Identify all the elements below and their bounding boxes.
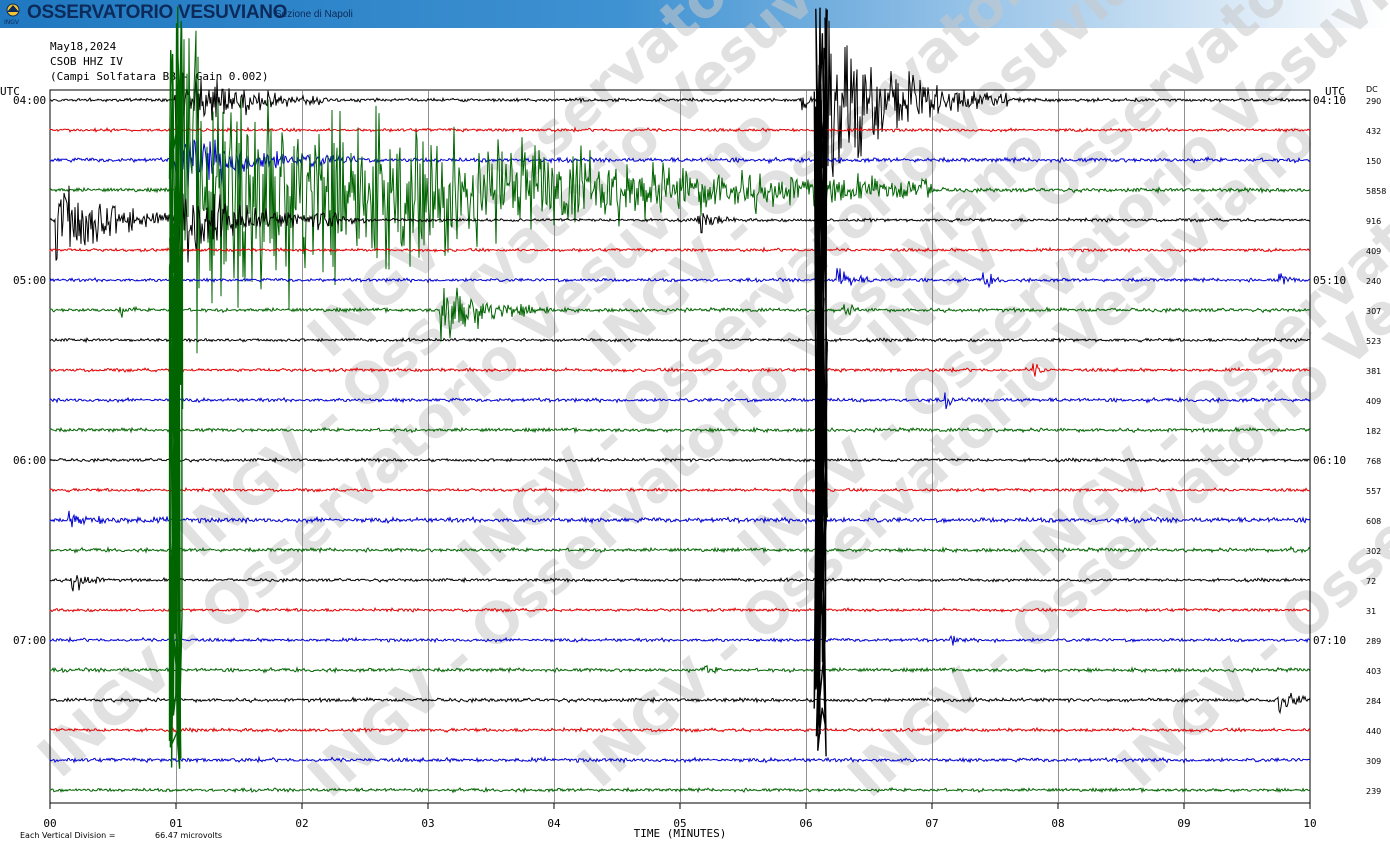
dc-value: 768 (1366, 457, 1381, 466)
left-time-label: 04:00 (13, 94, 46, 107)
x-tick-label: 02 (295, 817, 308, 830)
x-tick-label: 10 (1303, 817, 1316, 830)
x-tick-label: 00 (43, 817, 56, 830)
right-time-label: 06:10 (1313, 454, 1346, 467)
x-tick-label: 01 (169, 817, 182, 830)
dc-value: 309 (1366, 757, 1381, 766)
right-time-label: 04:10 (1313, 94, 1346, 107)
dc-value: 289 (1366, 637, 1381, 646)
dc-value: 440 (1366, 727, 1381, 736)
scale-note: Each Vertical Division = (20, 831, 115, 840)
dc-value: 5858 (1366, 187, 1386, 196)
x-tick-label: 08 (1051, 817, 1064, 830)
dc-value: 290 (1366, 97, 1381, 106)
x-tick-label: 06 (799, 817, 812, 830)
dc-value: 72 (1366, 577, 1376, 586)
x-tick-label: 09 (1177, 817, 1190, 830)
dc-value: 284 (1366, 697, 1381, 706)
dc-value: 239 (1366, 787, 1381, 796)
dc-value: 381 (1366, 367, 1381, 376)
dc-value: 403 (1366, 667, 1381, 676)
dc-value: 240 (1366, 277, 1381, 286)
earthquake-spike (168, 6, 184, 769)
left-time-label: 05:00 (13, 274, 46, 287)
left-time-label: 06:00 (13, 454, 46, 467)
dc-value: 523 (1366, 337, 1381, 346)
scale-value: 66.47 microvolts (155, 831, 222, 840)
earthquake-spike (813, 7, 828, 757)
dc-value: 302 (1366, 547, 1381, 556)
dc-value: 150 (1366, 157, 1381, 166)
x-tick-label: 07 (925, 817, 938, 830)
dc-header: DC (1366, 85, 1378, 94)
dc-value: 608 (1366, 517, 1381, 526)
trace-row (49, 786, 1311, 794)
x-tick-label: 04 (547, 817, 561, 830)
dc-value: 182 (1366, 427, 1381, 436)
helicorder-page: INGV OSSERVATORIO VESUVIANO Sezione di N… (0, 0, 1390, 849)
x-tick-label: 03 (421, 817, 434, 830)
right-time-label: 07:10 (1313, 634, 1346, 647)
dc-value: 557 (1366, 487, 1381, 496)
dc-value: 31 (1366, 607, 1376, 616)
dc-value: 432 (1366, 127, 1381, 136)
helicorder-plot: INGV - Osservatorio VesuvianoINGV - Osse… (0, 0, 1390, 840)
dc-value: 916 (1366, 217, 1381, 226)
left-time-label: 07:00 (13, 634, 46, 647)
dc-value: 409 (1366, 247, 1381, 256)
dc-value: 409 (1366, 397, 1381, 406)
dc-value: 307 (1366, 307, 1381, 316)
right-time-label: 05:10 (1313, 274, 1346, 287)
x-axis-title: TIME (MINUTES) (634, 827, 727, 840)
